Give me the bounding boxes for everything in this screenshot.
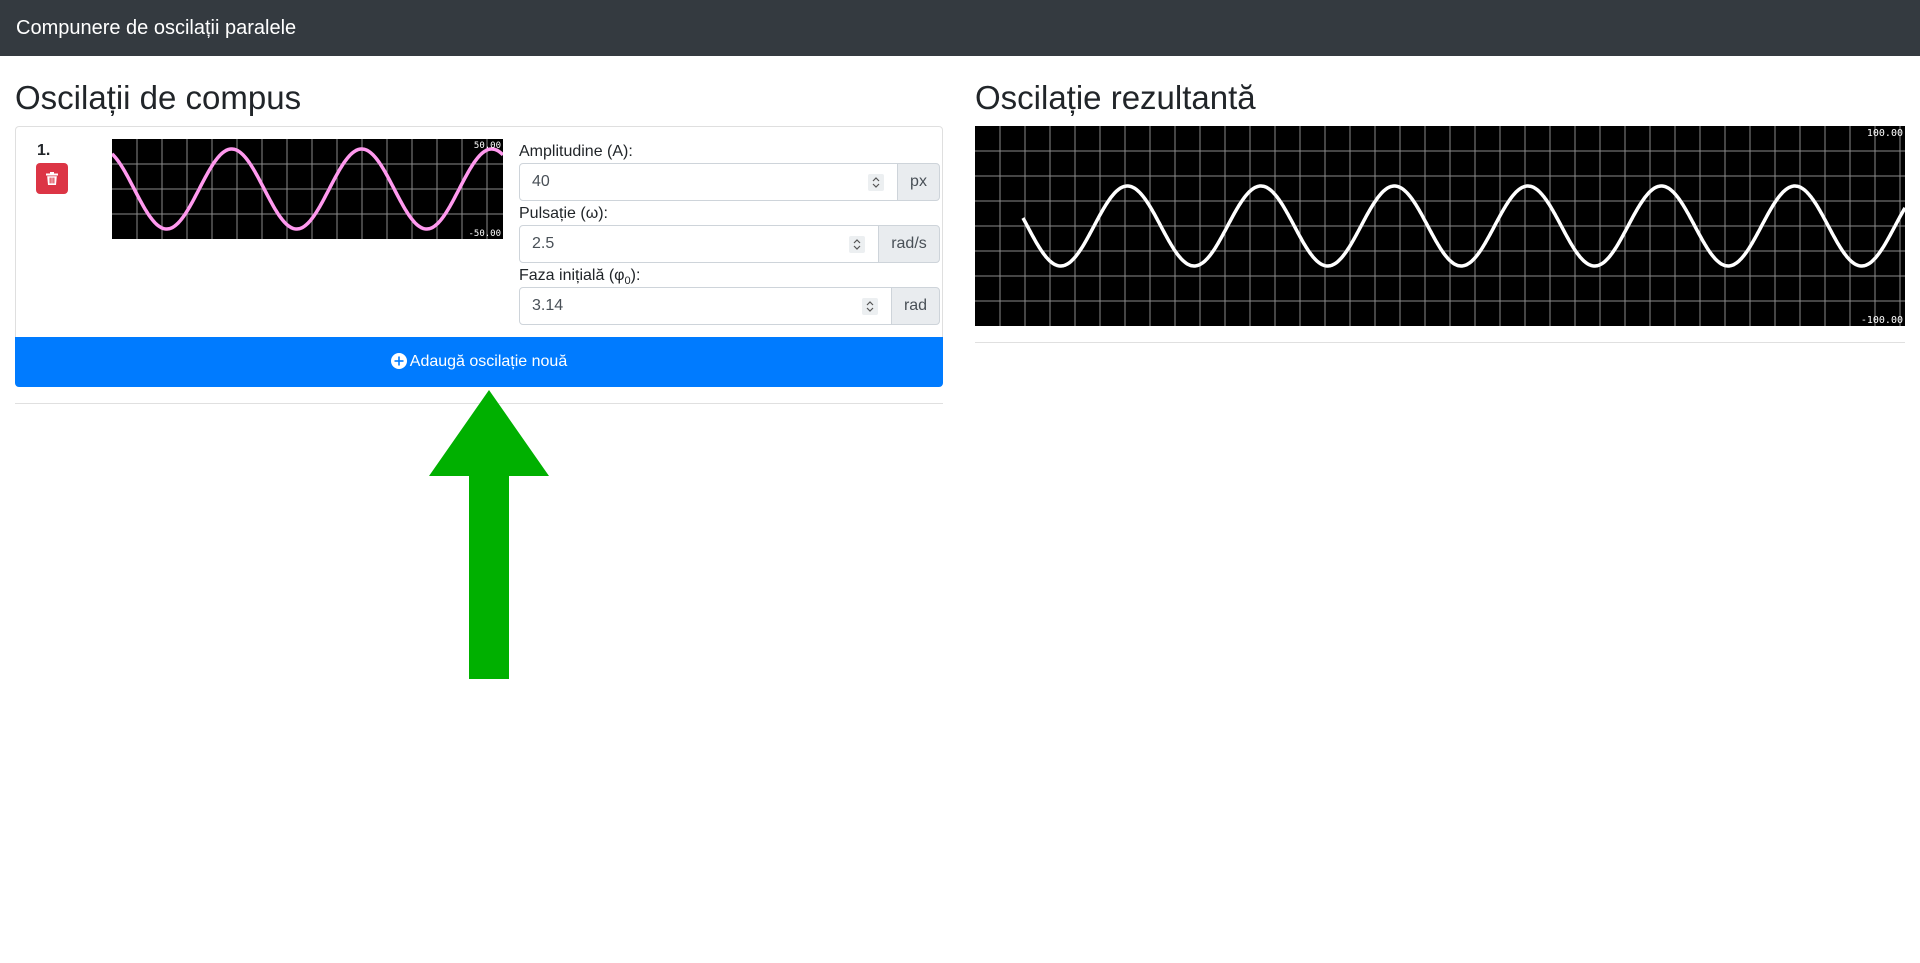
scope-min-label: -50.00 [468,229,501,239]
phase-input[interactable]: 3.14 [519,287,892,325]
pulsation-unit: rad/s [878,225,940,263]
amplitude-value: 40 [532,173,550,190]
spinner-arrows-icon [866,301,874,312]
pulsation-label: Pulsație (ω): [519,205,608,222]
spinner-arrows-icon [872,177,880,188]
pulsation-spinner[interactable] [849,236,865,253]
trash-icon [46,172,58,185]
oscillation-index: 1. [37,142,51,159]
result-heading: Oscilație rezultantă [975,79,1256,116]
oscillation-scope: 50.00 -50.00 [112,139,503,239]
add-oscillation-label: Adaugă oscilație nouă [409,353,568,370]
scope-min-label: -100.00 [1861,315,1903,326]
amplitude-label: Amplitudine (A): [519,143,633,160]
phase-spinner[interactable] [862,298,878,315]
add-oscillation-button[interactable]: Adaugă oscilație nouă [15,337,943,387]
top-navbar: Compunere de oscilații paralele [0,0,1920,56]
phase-value: 3.14 [532,297,564,314]
amplitude-spinner[interactable] [868,174,884,191]
amplitude-input[interactable]: 40 [519,163,898,201]
result-scope: 100.00 -100.00 [975,126,1905,326]
plus-circle-icon [390,352,407,369]
pulsation-input[interactable]: 2.5 [519,225,879,263]
phase-unit: rad [891,287,940,325]
pulsation-value: 2.5 [532,235,555,252]
delete-oscillation-button[interactable] [36,163,68,194]
app-title: Compunere de oscilații paralele [16,17,297,39]
amplitude-unit: px [897,163,940,201]
oscillations-heading: Oscilații de compus [15,79,302,116]
right-divider [975,342,1905,343]
spinner-arrows-icon [853,239,861,250]
arrow-up-icon [429,390,549,679]
scope-max-label: 50.00 [474,141,501,151]
scope-max-label: 100.00 [1867,128,1903,139]
